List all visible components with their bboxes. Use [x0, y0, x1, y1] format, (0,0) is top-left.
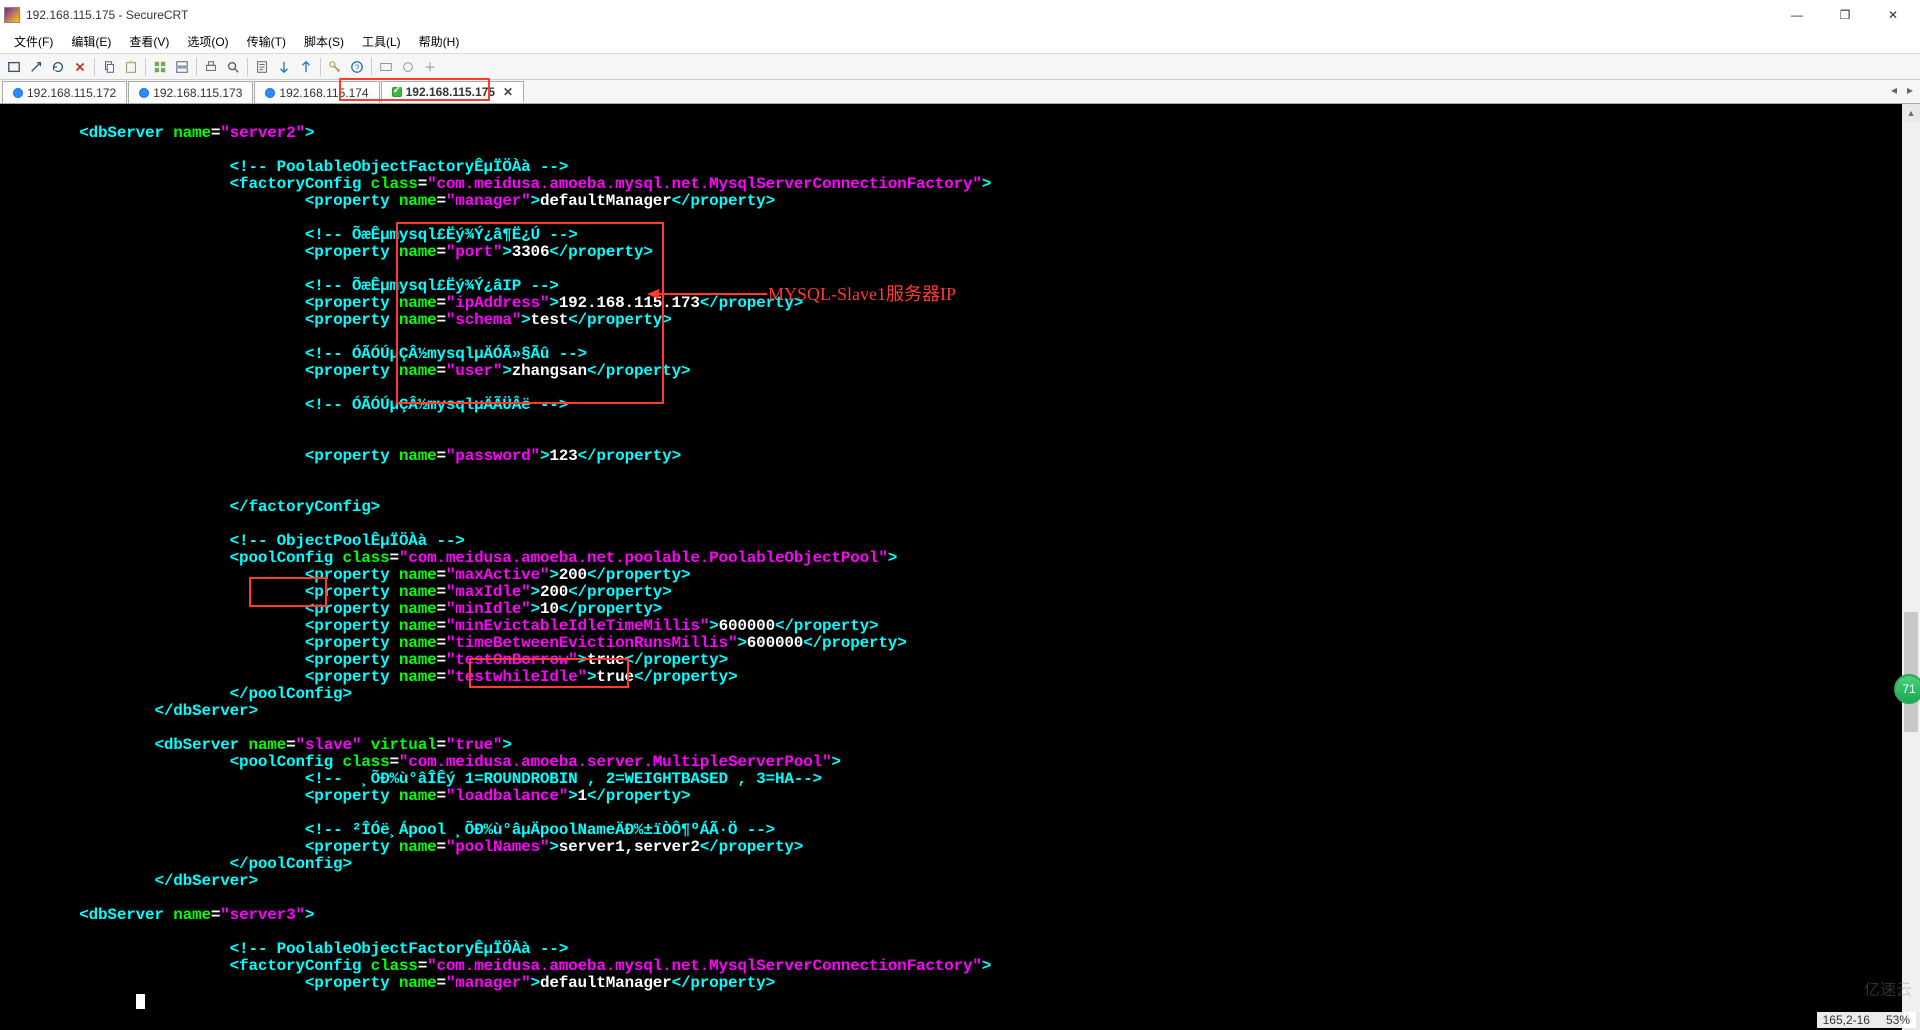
- menu-options[interactable]: 选项(O): [179, 31, 236, 52]
- menu-file[interactable]: 文件(F): [6, 31, 61, 52]
- watermark-icon: 亿速云: [1864, 976, 1912, 1000]
- transfer-icon[interactable]: [274, 57, 294, 77]
- status-bar: 165,2-16 53%: [1817, 1012, 1916, 1028]
- tab-nav: ◂ ▸: [1888, 83, 1916, 97]
- reconnect-icon[interactable]: [48, 57, 68, 77]
- menu-view[interactable]: 查看(V): [121, 31, 177, 52]
- menu-help[interactable]: 帮助(H): [411, 31, 468, 52]
- info-bullet-icon: [13, 88, 23, 98]
- scroll-up-icon[interactable]: ▴: [1902, 104, 1920, 122]
- maximize-button[interactable]: ❐: [1822, 1, 1868, 29]
- float-badge[interactable]: 71: [1894, 674, 1920, 704]
- tab-strip: 192.168.115.172 192.168.115.173 192.168.…: [0, 80, 1920, 104]
- paste-icon[interactable]: [121, 57, 141, 77]
- vertical-scrollbar[interactable]: ▴ ▾: [1902, 104, 1920, 1030]
- app-icon: [4, 7, 20, 23]
- toolbar-separator: [94, 58, 95, 76]
- tab-close-icon[interactable]: ✕: [503, 85, 513, 99]
- toolbar-separator: [247, 58, 248, 76]
- toolbar-separator: [320, 58, 321, 76]
- svg-text:?: ?: [355, 63, 360, 72]
- tab-label: 192.168.115.175: [406, 85, 495, 99]
- toolbar-separator: [196, 58, 197, 76]
- info-bullet-icon: [139, 88, 149, 98]
- cursor-position: 165,2-16: [1823, 1013, 1870, 1027]
- properties-icon[interactable]: [252, 57, 272, 77]
- terminal-cursor: [136, 994, 145, 1009]
- menu-edit[interactable]: 编辑(E): [63, 31, 119, 52]
- terminal-area[interactable]: <dbServer name="server2"> <!-- PoolableO…: [0, 104, 1920, 1030]
- tab-label: 192.168.115.172: [27, 86, 116, 100]
- tab-label: 192.168.115.173: [153, 86, 242, 100]
- title-bar: 192.168.115.175 - SecureCRT — ❐ ✕: [0, 0, 1920, 30]
- session-tab-4[interactable]: 192.168.115.175 ✕: [381, 81, 525, 103]
- session-tab-3[interactable]: 192.168.115.174: [254, 81, 379, 103]
- copy-icon[interactable]: [99, 57, 119, 77]
- tab-label: 192.168.115.174: [279, 86, 368, 100]
- toolbar-extra-icon[interactable]: [398, 57, 418, 77]
- tab-scroll-right-icon[interactable]: ▸: [1904, 83, 1916, 97]
- window-title: 192.168.115.175 - SecureCRT: [26, 8, 188, 22]
- tile-icon[interactable]: [172, 57, 192, 77]
- print-icon[interactable]: [201, 57, 221, 77]
- info-bullet-icon: [265, 88, 275, 98]
- help-icon[interactable]: ?: [347, 57, 367, 77]
- scroll-track[interactable]: [1902, 122, 1920, 1012]
- menu-script[interactable]: 脚本(S): [296, 31, 352, 52]
- toolbar-extra-icon[interactable]: [376, 57, 396, 77]
- terminal-output[interactable]: <dbServer name="server2"> <!-- PoolableO…: [0, 104, 1920, 1009]
- find-icon[interactable]: [223, 57, 243, 77]
- close-button[interactable]: ✕: [1870, 1, 1916, 29]
- minimize-button[interactable]: —: [1774, 1, 1820, 29]
- menu-tools[interactable]: 工具(L): [354, 31, 409, 52]
- toolbar: ?: [0, 54, 1920, 80]
- quick-connect-icon[interactable]: [26, 57, 46, 77]
- toolbar-separator: [371, 58, 372, 76]
- scroll-thumb[interactable]: [1904, 612, 1918, 732]
- upload-icon[interactable]: [296, 57, 316, 77]
- disconnect-icon[interactable]: [70, 57, 90, 77]
- scroll-percent: 53%: [1886, 1013, 1910, 1027]
- session-tab-1[interactable]: 192.168.115.172: [2, 81, 127, 103]
- key-icon[interactable]: [325, 57, 345, 77]
- menu-bar: 文件(F) 编辑(E) 查看(V) 选项(O) 传输(T) 脚本(S) 工具(L…: [0, 30, 1920, 54]
- session-manager-icon[interactable]: [150, 57, 170, 77]
- session-tab-2[interactable]: 192.168.115.173: [128, 81, 253, 103]
- toolbar-extra-icon[interactable]: [420, 57, 440, 77]
- tab-scroll-left-icon[interactable]: ◂: [1888, 83, 1900, 97]
- check-bullet-icon: [392, 87, 402, 97]
- toolbar-separator: [145, 58, 146, 76]
- menu-transfer[interactable]: 传输(T): [239, 31, 294, 52]
- connect-icon[interactable]: [4, 57, 24, 77]
